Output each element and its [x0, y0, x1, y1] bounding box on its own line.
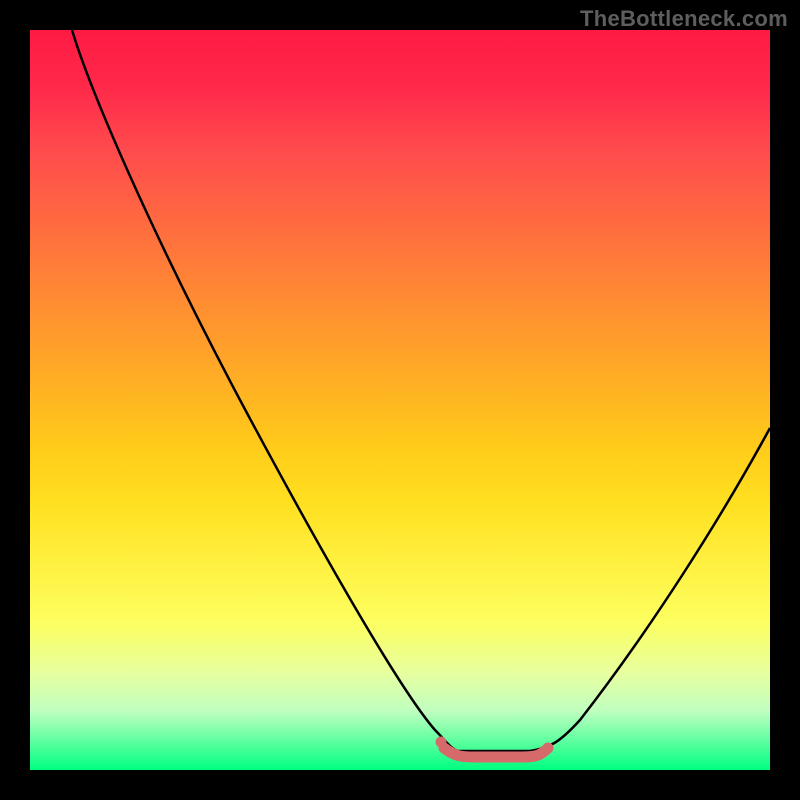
bottleneck-curve — [72, 30, 770, 751]
chart-svg — [30, 30, 770, 770]
optimal-point-dot — [436, 737, 447, 748]
watermark-text: TheBottleneck.com — [580, 6, 788, 32]
chart-container: TheBottleneck.com — [0, 0, 800, 800]
plot-area — [30, 30, 770, 770]
